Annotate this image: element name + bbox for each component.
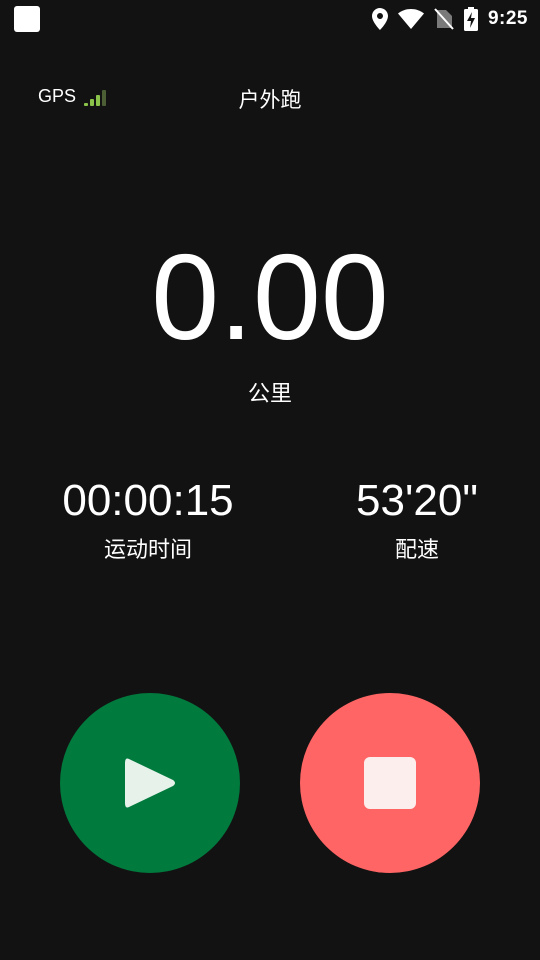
wifi-icon [397,9,424,29]
play-icon [125,758,175,808]
pace-label: 配速 [394,538,439,563]
duration-label: 运动时间 [103,538,192,563]
status-bar: 9:25 [0,0,540,38]
no-sim-icon [434,8,454,30]
start-button[interactable] [60,693,240,873]
location-pin-icon [371,8,388,30]
status-time: 9:25 [487,8,528,29]
stop-icon [364,757,416,809]
distance-value: 0.00 [151,229,389,365]
distance-unit: 公里 [247,382,292,407]
pace-stat: 53'20" 配速 [287,476,540,564]
app-square-icon [14,6,40,32]
battery-charging-icon [463,7,478,31]
status-icons: 9:25 [371,0,528,38]
stop-button[interactable] [300,693,480,873]
duration-value: 00:00:15 [62,476,234,525]
pace-value: 53'20" [356,476,478,525]
duration-stat: 00:00:15 运动时间 [18,476,278,564]
page-title: 户外跑 [238,88,302,112]
